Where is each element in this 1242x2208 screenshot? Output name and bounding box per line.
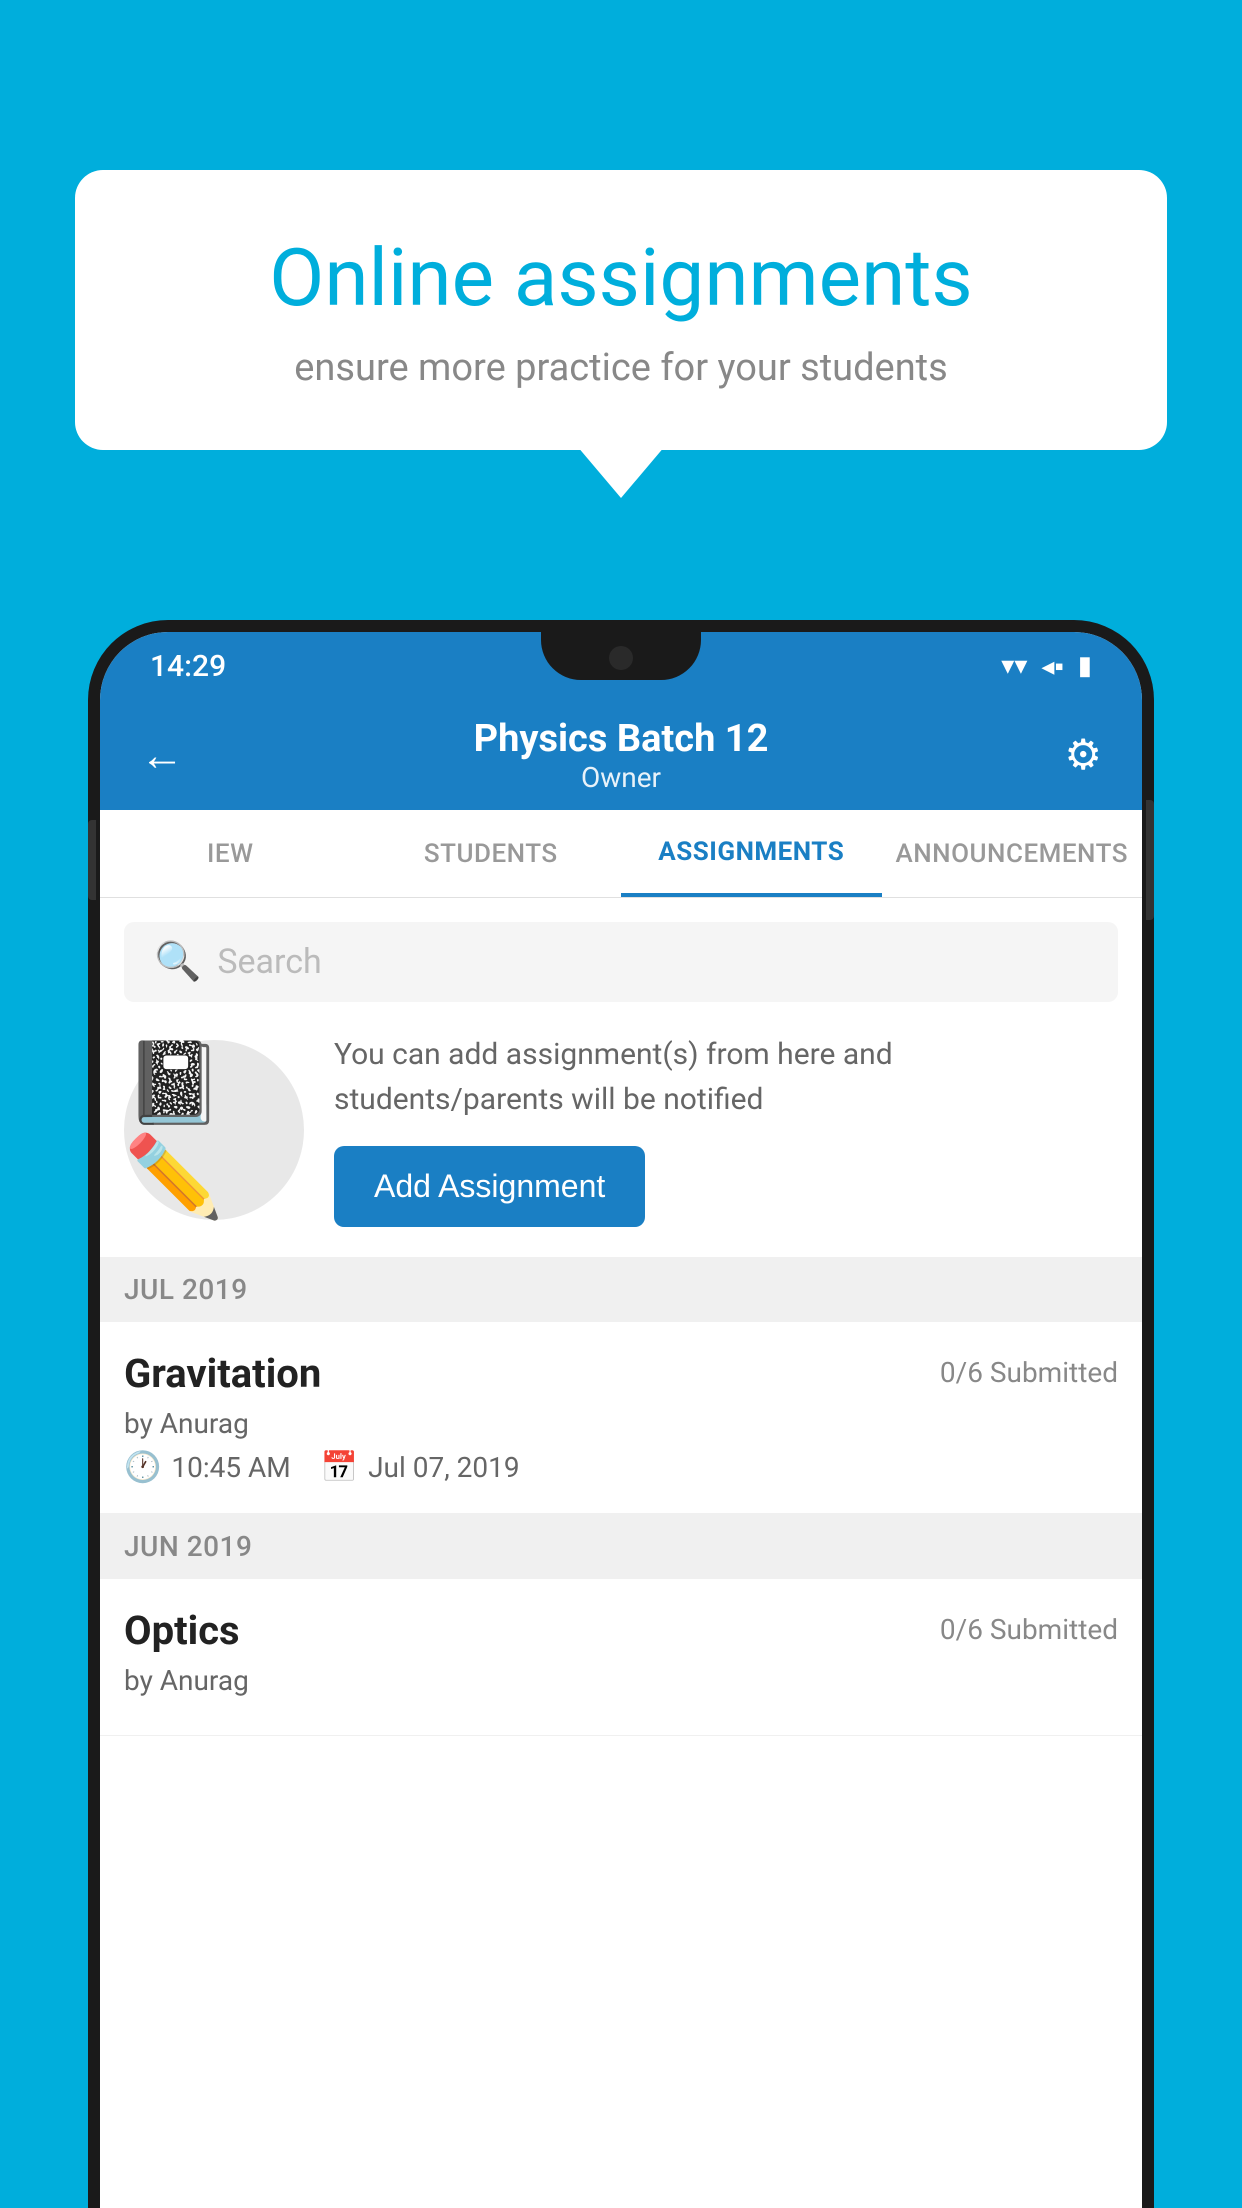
- assignment-time-row: 🕐 10:45 AM 📅 Jul 07, 2019: [124, 1450, 1118, 1485]
- tab-iew[interactable]: IEW: [100, 810, 361, 897]
- page-title: Physics Batch 12: [474, 717, 769, 761]
- back-button[interactable]: ←: [140, 729, 184, 781]
- section-header-jul: JUL 2019: [100, 1257, 1142, 1322]
- search-placeholder: Search: [217, 942, 321, 982]
- phone-frame: 14:29 ▾▾ ◂▪ ▮ ← Physics Batch 12 Owner ⚙…: [88, 620, 1154, 2208]
- content-area: 🔍 Search 📓✏️ You can add assignment(s) f…: [100, 898, 1142, 2208]
- signal-icon: ◂▪: [1041, 651, 1063, 682]
- section-header-jun: JUN 2019: [100, 1514, 1142, 1579]
- promo-description: You can add assignment(s) from here and …: [334, 1032, 1118, 1122]
- bubble-subtitle: ensure more practice for your students: [145, 346, 1097, 390]
- settings-button[interactable]: ⚙: [1064, 730, 1102, 780]
- bubble-title: Online assignments: [145, 230, 1097, 326]
- assignment-name: Gravitation: [124, 1350, 321, 1397]
- phone-screen: 14:29 ▾▾ ◂▪ ▮ ← Physics Batch 12 Owner ⚙…: [100, 632, 1142, 2208]
- power-button: [1146, 800, 1154, 920]
- date-item: 📅 Jul 07, 2019: [321, 1450, 520, 1485]
- status-time: 14:29: [150, 649, 226, 684]
- header-subtitle: Owner: [474, 761, 769, 794]
- add-assignment-button[interactable]: Add Assignment: [334, 1146, 645, 1227]
- notebook-icon: 📓✏️: [124, 1036, 304, 1224]
- speech-bubble: Online assignments ensure more practice …: [75, 170, 1167, 450]
- assignment-top-row-optics: Optics 0/6 Submitted: [124, 1607, 1118, 1654]
- promo-text-area: You can add assignment(s) from here and …: [334, 1032, 1118, 1227]
- search-bar[interactable]: 🔍 Search: [124, 922, 1118, 1002]
- camera: [609, 646, 633, 670]
- calendar-icon: 📅: [321, 1450, 358, 1485]
- assignment-item-optics[interactable]: Optics 0/6 Submitted by Anurag: [100, 1579, 1142, 1736]
- assignment-name-optics: Optics: [124, 1607, 240, 1654]
- assignment-top-row: Gravitation 0/6 Submitted: [124, 1350, 1118, 1397]
- wifi-icon: ▾▾: [1001, 651, 1027, 681]
- assignment-by: by Anurag: [124, 1407, 1118, 1440]
- promo-section: 📓✏️ You can add assignment(s) from here …: [124, 1032, 1118, 1227]
- header-title-container: Physics Batch 12 Owner: [474, 717, 769, 794]
- assignment-by-optics: by Anurag: [124, 1664, 1118, 1697]
- assignment-submitted-optics: 0/6 Submitted: [940, 1613, 1118, 1646]
- promo-card: Online assignments ensure more practice …: [75, 170, 1167, 450]
- assignment-time: 10:45 AM: [171, 1451, 290, 1484]
- tab-students[interactable]: STUDENTS: [361, 810, 622, 897]
- notch: [541, 632, 701, 680]
- time-item: 🕐 10:45 AM: [124, 1450, 291, 1485]
- search-icon: 🔍: [154, 940, 201, 984]
- volume-button: [88, 820, 96, 900]
- tab-announcements[interactable]: ANNOUNCEMENTS: [882, 810, 1143, 897]
- assignment-submitted: 0/6 Submitted: [940, 1356, 1118, 1389]
- assignment-item-gravitation[interactable]: Gravitation 0/6 Submitted by Anurag 🕐 10…: [100, 1322, 1142, 1514]
- battery-icon: ▮: [1078, 651, 1092, 681]
- status-icons: ▾▾ ◂▪ ▮: [1001, 651, 1092, 682]
- tab-assignments[interactable]: ASSIGNMENTS: [621, 810, 882, 897]
- promo-icon-circle: 📓✏️: [124, 1040, 304, 1220]
- assignment-date: Jul 07, 2019: [368, 1451, 520, 1484]
- clock-icon: 🕐: [124, 1450, 161, 1485]
- tabs-container: IEW STUDENTS ASSIGNMENTS ANNOUNCEMENTS: [100, 810, 1142, 898]
- app-header: ← Physics Batch 12 Owner ⚙: [100, 700, 1142, 810]
